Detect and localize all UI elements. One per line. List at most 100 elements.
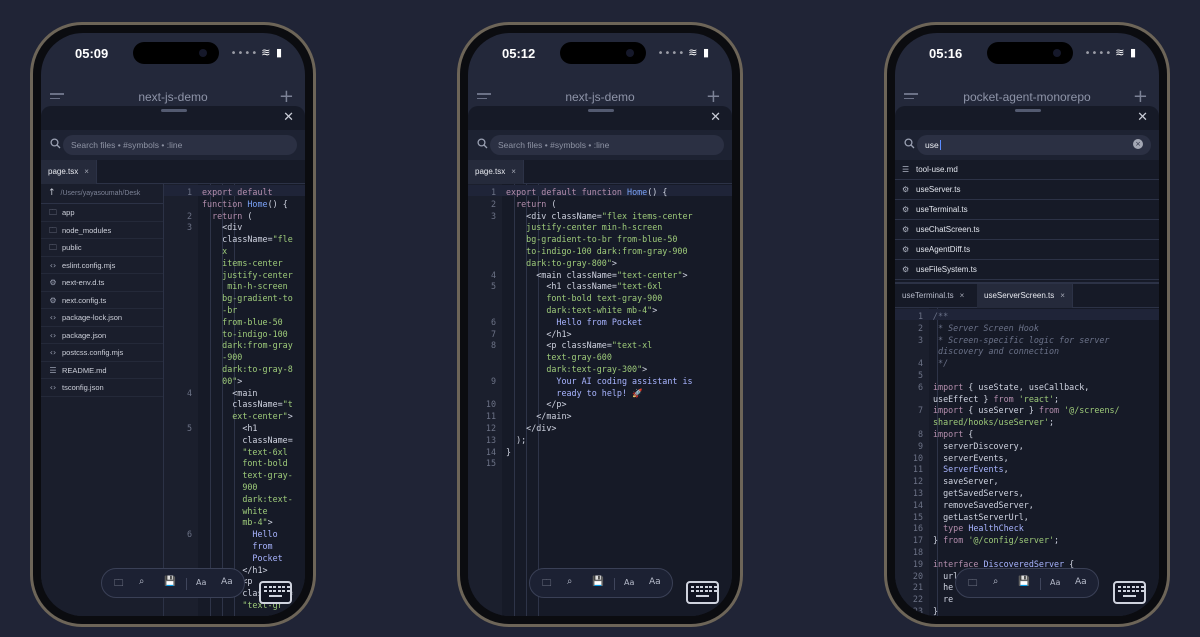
dynamic-island (133, 42, 219, 64)
code-file-icon: ‹› (49, 330, 57, 340)
new-session-button[interactable]: + (706, 86, 721, 107)
open-folder-button[interactable]: 🗀 (114, 576, 124, 592)
code-text: bg-gradient-to (202, 293, 293, 304)
explorer-item[interactable]: ‹› package.json (41, 327, 163, 344)
close-tab-icon[interactable]: × (960, 291, 965, 300)
wifi-icon: ≋ (688, 46, 699, 59)
code-line: font-bold (164, 458, 305, 470)
code-text: from (252, 541, 273, 551)
toolbar-divider (614, 578, 615, 590)
open-folder-button[interactable]: 🗀 (968, 576, 978, 592)
explorer-item[interactable]: ‹› eslint.config.mjs (41, 257, 163, 274)
clear-search-icon[interactable]: × (1133, 139, 1143, 149)
keyboard-toggle-icon[interactable] (686, 581, 719, 604)
search-button[interactable]: ⌕ (993, 576, 998, 587)
tab-useserverscreen-ts[interactable]: useServerScreen.ts × (977, 284, 1073, 308)
explorer-item[interactable]: 🗀 node_modules (41, 222, 163, 239)
line-number: 9 (490, 375, 496, 386)
search-button[interactable]: ⌕ (139, 576, 144, 587)
tab-page-tsx[interactable]: page.tsx × (41, 160, 97, 184)
font-decrease-button[interactable]: Aa (196, 578, 206, 587)
new-session-button[interactable]: + (279, 86, 294, 107)
explorer-item[interactable]: ☰ README.md (41, 362, 163, 379)
save-button[interactable]: 💾 (592, 576, 604, 587)
line-number: 15 (912, 511, 923, 522)
code-line: 9 serverDiscovery, (895, 441, 1159, 453)
close-icon[interactable]: ✕ (710, 110, 721, 125)
search-result-item[interactable]: ⚙ useServer.ts (895, 180, 1159, 200)
tab-page-tsx[interactable]: page.tsx × (468, 160, 524, 184)
explorer-item[interactable]: ‹› package-lock.json (41, 309, 163, 327)
explorer-item[interactable]: ⚙ next.config.ts (41, 292, 163, 309)
code-line: className= (164, 435, 305, 447)
search-result-item[interactable]: ⚙ useChatScreen.ts (895, 220, 1159, 240)
doc-file-icon: ☰ (902, 165, 910, 174)
search-bar: use × (895, 130, 1159, 160)
code-line: 9 Your AI coding assistant is (468, 376, 732, 388)
code-line: bg-gradient-to-br from-blue-50 (468, 234, 732, 246)
arrow-up-icon[interactable]: ↑ (48, 188, 56, 198)
code-text: font-bold (202, 458, 288, 469)
sheet-grabber[interactable] (1015, 109, 1041, 112)
search-result-item[interactable]: ☰ tool-use.md (895, 160, 1159, 180)
font-increase-button[interactable]: Aa (1075, 577, 1087, 587)
close-tab-icon[interactable]: × (1060, 291, 1065, 300)
line-number: 7 (917, 405, 923, 416)
open-folder-button[interactable]: 🗀 (542, 576, 552, 592)
code-text: import { (933, 429, 974, 439)
save-button[interactable]: 💾 (1018, 576, 1030, 587)
search-result-item[interactable]: ⚙ useTerminal.ts (895, 200, 1159, 220)
search-input[interactable]: use × (917, 135, 1151, 155)
sheet-grabber[interactable] (588, 109, 614, 112)
app-title: next-js-demo (565, 90, 635, 104)
code-text: getSavedServers, (933, 488, 1024, 498)
code-line: discovery and connection (895, 346, 1159, 358)
font-decrease-button[interactable]: Aa (1050, 578, 1060, 587)
new-session-button[interactable]: + (1133, 86, 1148, 107)
text-caret (939, 140, 941, 150)
search-input[interactable]: Search files • #symbols • :line (490, 135, 724, 155)
explorer-item[interactable]: 🗀 public (41, 239, 163, 257)
code-text: -900 (202, 352, 243, 363)
close-tab-icon[interactable]: × (511, 167, 516, 176)
code-text: * Screen-specific logic for server (933, 334, 1110, 345)
search-button[interactable]: ⌕ (567, 576, 572, 587)
code-line: 16 type HealthCheck (895, 523, 1159, 535)
folder-icon: 🗀 (49, 243, 57, 252)
explorer-path: ↑/Users/yayasoumah/Desk (41, 184, 163, 204)
line-number: 2 (917, 322, 923, 333)
save-button[interactable]: 💾 (164, 576, 176, 587)
code-editor[interactable]: 1 export default function Home() {2 retur… (468, 184, 732, 616)
wifi-icon: ≋ (261, 46, 272, 59)
line-number: 15 (485, 458, 496, 469)
close-tab-icon[interactable]: × (84, 167, 89, 176)
code-text: to-indigo-100 (202, 328, 288, 339)
tab-useterminal-ts[interactable]: useTerminal.ts × (895, 284, 971, 308)
keyboard-toggle-icon[interactable] (259, 581, 292, 604)
ts-file-icon: ⚙ (902, 205, 910, 214)
font-increase-button[interactable]: Aa (649, 577, 661, 587)
explorer-item[interactable]: ⚙ next-env.d.ts (41, 274, 163, 292)
line-number: 2 (490, 198, 496, 209)
code-line: ready to help! 🚀 (468, 388, 732, 400)
code-file-icon: ‹› (49, 260, 57, 270)
close-icon[interactable]: ✕ (1137, 110, 1148, 125)
code-line: text-gray-600 (468, 352, 732, 364)
search-result-item[interactable]: ⚙ useAgentDiff.ts (895, 240, 1159, 260)
search-input[interactable]: Search files • #symbols • :line (63, 135, 297, 155)
search-result-label: useFileSystem.ts (916, 265, 977, 274)
explorer-item[interactable]: ‹› tsconfig.json (41, 379, 163, 397)
search-result-item[interactable]: ⚙ useFileSystem.ts (895, 260, 1159, 280)
explorer-item[interactable]: ‹› postcss.config.mjs (41, 344, 163, 362)
code-line: dark:text-gray-300"> (468, 364, 732, 376)
code-editor[interactable]: 1 export default function Home() {2 return… (164, 184, 305, 616)
close-icon[interactable]: ✕ (283, 110, 294, 125)
explorer-item[interactable]: 🗀 app (41, 204, 163, 222)
code-text: to-indigo-100 dark:from-gray-900 (506, 246, 688, 256)
phone-frame-1: 05:09 •••• ≋ ▮ next-js-demo + ✕ Search fi… (30, 22, 316, 627)
code-text: 00"> (202, 375, 243, 386)
font-increase-button[interactable]: Aa (221, 577, 233, 587)
sheet-grabber[interactable] (161, 109, 187, 112)
font-decrease-button[interactable]: Aa (624, 578, 634, 587)
keyboard-toggle-icon[interactable] (1113, 581, 1146, 604)
